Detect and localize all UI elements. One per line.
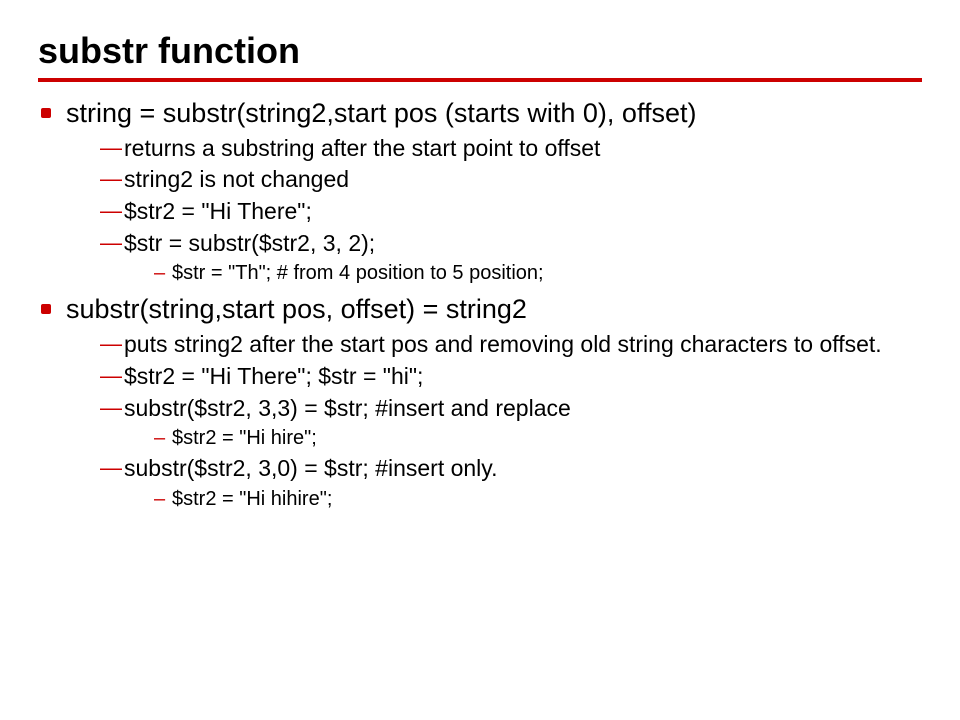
list-item: substr($str2, 3,3) = $str; #insert and r… — [100, 393, 922, 454]
slide-title: substr function — [38, 30, 922, 72]
list-item-text: $str2 = "Hi There"; $str = "hi"; — [124, 363, 423, 389]
list-item-text: puts string2 after the start pos and rem… — [124, 331, 882, 357]
bullet-list-level3: $str = "Th"; # from 4 position to 5 posi… — [124, 259, 922, 288]
list-item-text: substr($str2, 3,3) = $str; #insert and r… — [124, 395, 571, 421]
list-item-text: $str2 = "Hi hire"; — [172, 427, 317, 449]
list-item: string2 is not changed — [100, 164, 922, 196]
list-item-text: substr(string,start pos, offset) = strin… — [66, 294, 527, 324]
bullet-list-level2: returns a substring after the start poin… — [66, 133, 922, 289]
list-item-text: string = substr(string2,start pos (start… — [66, 98, 696, 128]
list-item: $str2 = "Hi hihire"; — [154, 485, 922, 514]
list-item: $str2 = "Hi There"; $str = "hi"; — [100, 361, 922, 393]
list-item-text: $str = "Th"; # from 4 position to 5 posi… — [172, 262, 544, 284]
list-item-text: string2 is not changed — [124, 166, 349, 192]
list-item-text: $str2 = "Hi There"; — [124, 198, 312, 224]
bullet-list-level2: puts string2 after the start pos and rem… — [66, 329, 922, 514]
list-item: puts string2 after the start pos and rem… — [100, 329, 922, 361]
list-item: $str = substr($str2, 3, 2); $str = "Th";… — [100, 228, 922, 289]
bullet-list-level3: $str2 = "Hi hire"; — [124, 424, 922, 453]
list-item: returns a substring after the start poin… — [100, 133, 922, 165]
list-item: substr(string,start pos, offset) = strin… — [38, 292, 922, 513]
title-underline — [38, 78, 922, 82]
list-item: substr($str2, 3,0) = $str; #insert only.… — [100, 453, 922, 514]
list-item-text: substr($str2, 3,0) = $str; #insert only. — [124, 455, 497, 481]
list-item: string = substr(string2,start pos (start… — [38, 96, 922, 288]
bullet-list-level3: $str2 = "Hi hihire"; — [124, 485, 922, 514]
list-item: $str2 = "Hi hire"; — [154, 424, 922, 453]
list-item-text: $str = substr($str2, 3, 2); — [124, 230, 375, 256]
slide: substr function string = substr(string2,… — [0, 0, 960, 538]
list-item-text: $str2 = "Hi hihire"; — [172, 488, 332, 510]
list-item-text: returns a substring after the start poin… — [124, 135, 600, 161]
list-item: $str2 = "Hi There"; — [100, 196, 922, 228]
bullet-list-level1: string = substr(string2,start pos (start… — [38, 96, 922, 514]
list-item: $str = "Th"; # from 4 position to 5 posi… — [154, 259, 922, 288]
